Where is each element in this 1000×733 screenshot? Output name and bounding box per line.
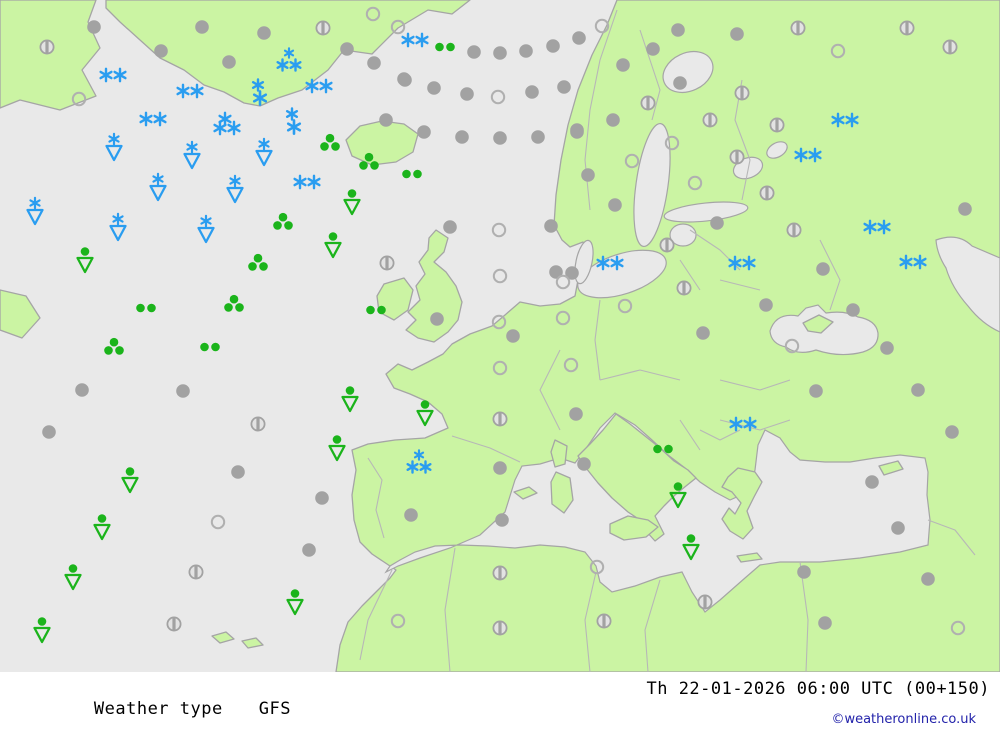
symbol-partly-cloudy xyxy=(769,117,785,133)
symbol-overcast xyxy=(231,465,245,479)
symbol-partly-cloudy xyxy=(790,20,806,36)
symbol-overcast xyxy=(87,20,101,34)
symbol-overcast xyxy=(569,407,583,421)
symbol-partly-cloudy xyxy=(379,255,395,271)
symbol-overcast xyxy=(176,384,190,398)
symbol-partly-cloudy xyxy=(315,20,331,36)
symbol-overcast xyxy=(455,130,469,144)
symbol-overcast xyxy=(397,72,411,86)
symbol-overcast xyxy=(493,46,507,60)
symbol-overcast xyxy=(577,457,591,471)
symbol-overcast xyxy=(154,44,168,58)
symbol-overcast xyxy=(222,55,236,69)
landmass-canada xyxy=(0,0,101,111)
footer-bar: Weather type GFS Th 22-01-2026 06:00 UTC … xyxy=(0,672,1000,733)
symbol-overcast xyxy=(430,312,444,326)
symbol-overcast xyxy=(557,80,571,94)
product-title: Weather type xyxy=(93,699,223,719)
symbol-overcast xyxy=(493,461,507,475)
symbol-overcast xyxy=(809,384,823,398)
copyright-link[interactable]: ©weatheronline.co.uk xyxy=(831,712,976,727)
symbol-overcast xyxy=(646,42,660,56)
valid-time-label: Th 22-01-2026 06:00 UTC (00+150) xyxy=(646,679,990,699)
symbol-overcast xyxy=(257,26,271,40)
symbol-overcast xyxy=(865,475,879,489)
symbol-overcast xyxy=(367,56,381,70)
symbol-overcast xyxy=(544,219,558,233)
model-label: GFS xyxy=(258,699,291,719)
symbol-partly-cloudy xyxy=(942,39,958,55)
symbol-overcast xyxy=(570,125,584,139)
symbol-overcast xyxy=(581,168,595,182)
symbol-overcast xyxy=(673,76,687,90)
symbol-overcast xyxy=(710,216,724,230)
symbol-overcast xyxy=(379,113,393,127)
symbol-partly-cloudy xyxy=(166,616,182,632)
symbol-overcast xyxy=(42,425,56,439)
symbol-overcast xyxy=(671,23,685,37)
symbol-overcast xyxy=(75,383,89,397)
symbol-partly-cloudy xyxy=(492,565,508,581)
symbol-overcast xyxy=(495,513,509,527)
symbol-overcast xyxy=(945,425,959,439)
symbol-partly-cloudy xyxy=(786,222,802,238)
symbol-overcast xyxy=(880,341,894,355)
symbol-partly-cloudy xyxy=(188,564,204,580)
symbol-overcast xyxy=(460,87,474,101)
symbol-overcast xyxy=(816,262,830,276)
symbol-partly-cloudy xyxy=(492,620,508,636)
symbol-partly-cloudy xyxy=(250,416,266,432)
symbol-partly-cloudy xyxy=(640,95,656,111)
symbol-partly-cloudy xyxy=(697,594,713,610)
symbol-overcast xyxy=(443,220,457,234)
symbol-overcast xyxy=(572,31,586,45)
symbol-partly-cloudy xyxy=(729,149,745,165)
symbol-partly-cloudy xyxy=(596,613,612,629)
symbol-overcast xyxy=(531,130,545,144)
symbol-partly-cloudy xyxy=(759,185,775,201)
symbol-partly-cloudy xyxy=(659,237,675,253)
symbol-partly-cloudy xyxy=(702,112,718,128)
symbol-overcast xyxy=(958,202,972,216)
symbol-overcast xyxy=(340,42,354,56)
symbol-overcast xyxy=(195,20,209,34)
symbol-overcast xyxy=(467,45,481,59)
symbol-overcast xyxy=(921,572,935,586)
weather-map-page: Weather type GFS Th 22-01-2026 06:00 UTC … xyxy=(0,0,1000,733)
symbol-overcast xyxy=(493,131,507,145)
symbol-overcast xyxy=(818,616,832,630)
symbol-overcast xyxy=(911,383,925,397)
symbol-overcast xyxy=(506,329,520,343)
symbol-partly-cloudy xyxy=(676,280,692,296)
weather-map-canvas xyxy=(0,0,1000,672)
symbol-overcast xyxy=(608,198,622,212)
symbol-overcast xyxy=(616,58,630,72)
symbol-partly-cloudy xyxy=(39,39,55,55)
symbol-overcast xyxy=(606,113,620,127)
symbol-overcast xyxy=(546,39,560,53)
symbol-partly-cloudy xyxy=(734,85,750,101)
symbol-overcast xyxy=(519,44,533,58)
symbol-overcast xyxy=(427,81,441,95)
symbol-overcast xyxy=(759,298,773,312)
symbol-overcast xyxy=(302,543,316,557)
symbol-overcast xyxy=(797,565,811,579)
symbol-overcast xyxy=(315,491,329,505)
symbol-partly-cloudy xyxy=(899,20,915,36)
symbol-overcast xyxy=(730,27,744,41)
symbol-overcast xyxy=(404,508,418,522)
symbol-overcast xyxy=(696,326,710,340)
symbol-overcast xyxy=(846,303,860,317)
symbol-overcast xyxy=(417,125,431,139)
symbol-partly-cloudy xyxy=(492,411,508,427)
symbol-overcast xyxy=(525,85,539,99)
symbol-overcast xyxy=(891,521,905,535)
